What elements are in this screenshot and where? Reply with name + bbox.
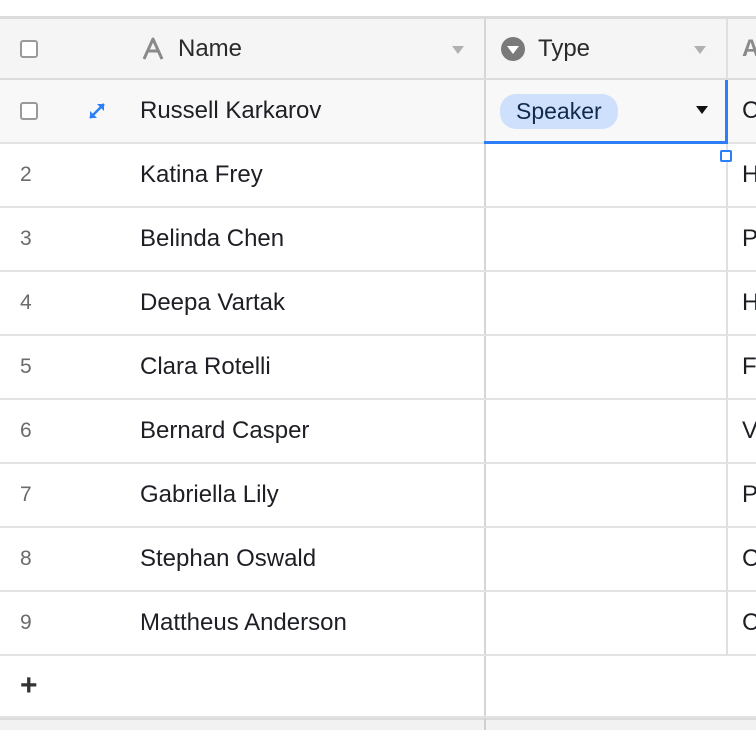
table-row[interactable]: 5 Clara Rotelli F xyxy=(0,336,756,400)
table-row[interactable]: 7 Gabriella Lily P xyxy=(0,464,756,528)
row-number: 6 xyxy=(20,419,32,442)
cell-next[interactable]: C xyxy=(726,592,756,654)
cell-name[interactable]: Mattheus Anderson xyxy=(140,592,484,654)
column-header-type[interactable]: Type xyxy=(484,19,726,78)
top-strip xyxy=(0,0,756,16)
cell-next[interactable]: V xyxy=(726,400,756,462)
cell-next[interactable]: F xyxy=(726,336,756,398)
cell-type[interactable] xyxy=(484,272,726,334)
table-row[interactable]: 9 Mattheus Anderson C xyxy=(0,592,756,656)
row-number: 8 xyxy=(20,547,32,570)
cell-type[interactable] xyxy=(484,144,726,206)
chevron-down-icon[interactable] xyxy=(452,46,464,54)
grid-view: Name Type A Russell Karkarov Speaker C 2 xyxy=(0,16,756,720)
cell-next[interactable]: P xyxy=(726,208,756,270)
table-row[interactable]: 8 Stephan Oswald C xyxy=(0,528,756,592)
cell-next[interactable]: P xyxy=(726,464,756,526)
row-number: 2 xyxy=(20,163,32,186)
text-field-icon xyxy=(140,36,166,62)
cell-name[interactable]: Deepa Vartak xyxy=(140,272,484,334)
row-number: 9 xyxy=(20,611,32,634)
row-number: 7 xyxy=(20,483,32,506)
cell-next[interactable]: H xyxy=(726,272,756,334)
summary-bar xyxy=(0,718,756,730)
cell-type[interactable] xyxy=(484,592,726,654)
cell-name[interactable]: Gabriella Lily xyxy=(140,464,484,526)
single-select-icon xyxy=(500,36,526,62)
chevron-down-icon[interactable] xyxy=(694,46,706,54)
table-row[interactable]: Russell Karkarov Speaker C xyxy=(0,80,756,144)
cell-type[interactable] xyxy=(484,336,726,398)
cell-type[interactable] xyxy=(484,464,726,526)
cell-name[interactable]: Belinda Chen xyxy=(140,208,484,270)
cell-type[interactable] xyxy=(484,528,726,590)
column-header-type-label: Type xyxy=(538,34,591,62)
row-number: 5 xyxy=(20,355,32,378)
dropdown-caret-icon[interactable] xyxy=(696,106,708,114)
summary-bar-divider xyxy=(484,718,486,730)
column-header-next-label: A xyxy=(742,35,756,63)
column-header-name[interactable]: Name xyxy=(140,19,484,78)
cell-name[interactable]: Russell Karkarov xyxy=(140,80,484,142)
expand-record-icon[interactable] xyxy=(86,100,108,127)
column-header-next[interactable]: A xyxy=(726,19,756,78)
row-checkbox[interactable] xyxy=(20,102,38,120)
cell-type[interactable] xyxy=(484,400,726,462)
cell-next[interactable]: C xyxy=(726,80,756,142)
table-row[interactable]: 6 Bernard Casper V xyxy=(0,400,756,464)
row-number: 4 xyxy=(20,291,32,314)
cell-name[interactable]: Stephan Oswald xyxy=(140,528,484,590)
row-number: 3 xyxy=(20,227,32,250)
plus-icon: + xyxy=(20,669,38,702)
header-checkbox-cell xyxy=(0,19,120,78)
cell-type[interactable] xyxy=(484,208,726,270)
cell-name[interactable]: Katina Frey xyxy=(140,144,484,206)
cell-name[interactable]: Bernard Casper xyxy=(140,400,484,462)
table-row[interactable]: 2 Katina Frey H xyxy=(0,144,756,208)
cell-name[interactable]: Clara Rotelli xyxy=(140,336,484,398)
column-header-name-label: Name xyxy=(178,34,243,62)
table-row[interactable]: 4 Deepa Vartak H xyxy=(0,272,756,336)
add-row-filler xyxy=(484,656,756,716)
header-row: Name Type A xyxy=(0,16,756,80)
add-row[interactable]: + xyxy=(0,656,756,718)
table-row[interactable]: 3 Belinda Chen P xyxy=(0,208,756,272)
cell-next[interactable]: C xyxy=(726,528,756,590)
select-all-checkbox[interactable] xyxy=(20,39,38,58)
cell-type[interactable]: Speaker xyxy=(484,80,726,142)
type-pill: Speaker xyxy=(500,93,618,129)
add-row-button[interactable]: + xyxy=(0,656,484,716)
fill-handle[interactable] xyxy=(720,150,732,162)
